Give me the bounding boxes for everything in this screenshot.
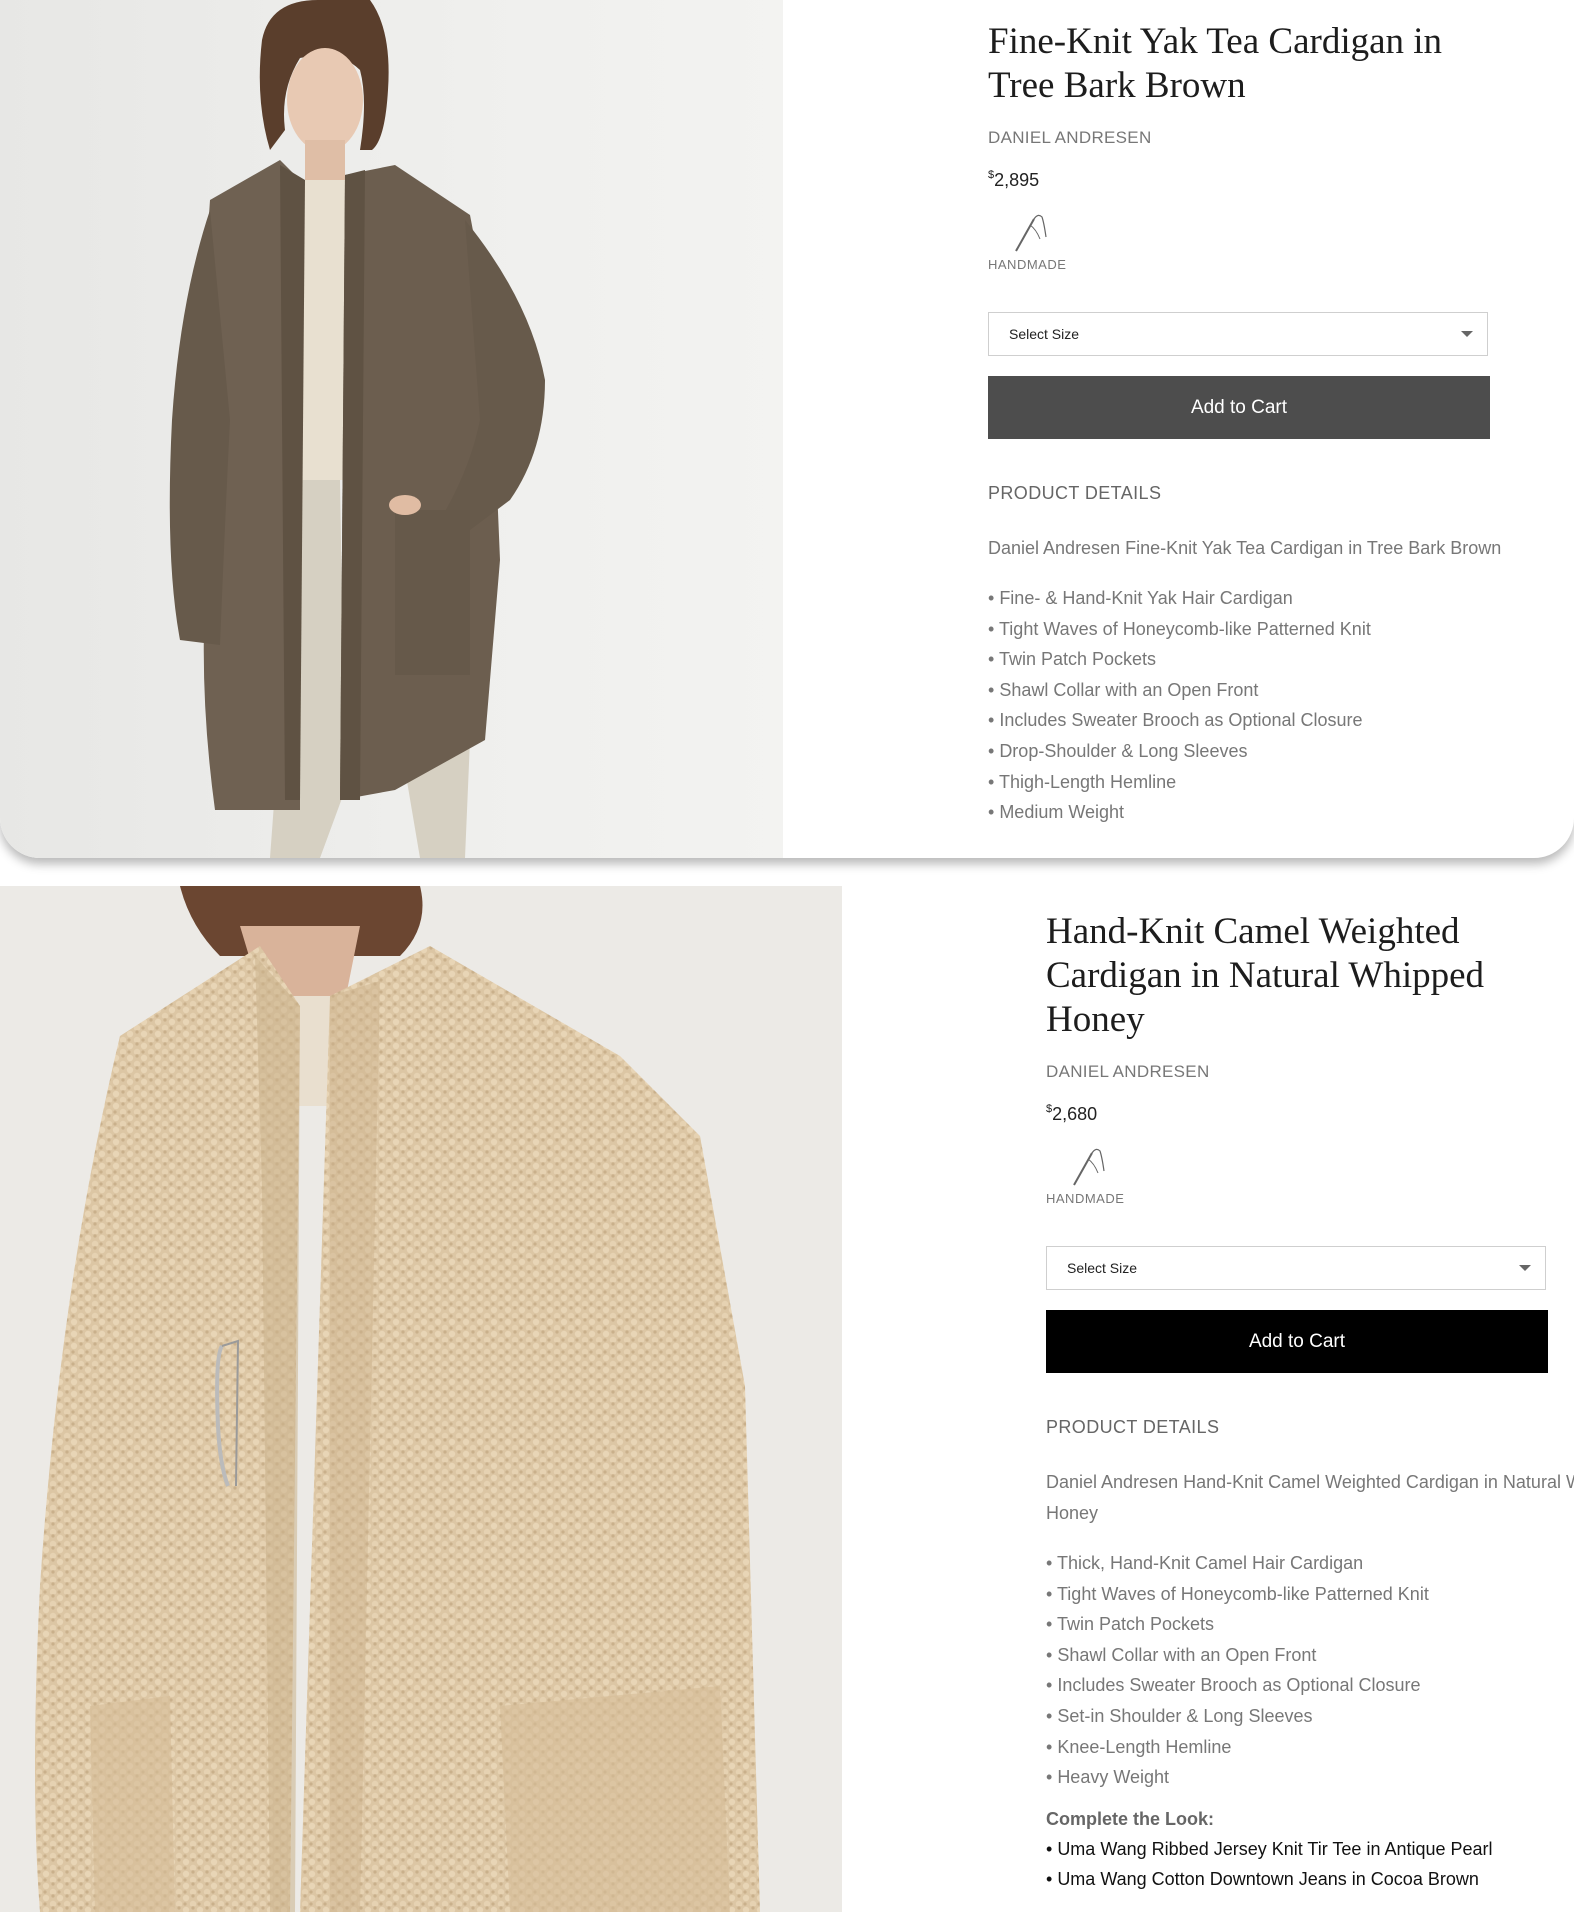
feature-item: Twin Patch Pockets — [1046, 1609, 1574, 1640]
feature-item: Tight Waves of Honeycomb-like Patterned … — [988, 614, 1548, 645]
complete-the-look-heading: Complete the Look: — [1046, 1808, 1215, 1829]
needle-icon — [1015, 214, 1047, 252]
currency-symbol: $ — [988, 169, 995, 181]
product-price: $2,895 — [988, 169, 1548, 191]
feature-item: Drop-Shoulder & Long Sleeves — [988, 736, 1548, 767]
size-select[interactable]: Select Size — [1046, 1246, 1546, 1290]
needle-icon — [1073, 1148, 1105, 1186]
handmade-badge: HANDMADE — [1046, 1145, 1146, 1206]
feature-item: Tight Waves of Honeycomb-like Patterned … — [1046, 1579, 1574, 1610]
add-to-cart-button[interactable]: Add to Cart — [988, 376, 1490, 439]
feature-list: Thick, Hand-Knit Camel Hair Cardigan Tig… — [1046, 1548, 1574, 1793]
brand-link[interactable]: DANIEL ANDRESEN — [988, 128, 1548, 148]
product-panel-2: Hand-Knit Camel Weighted Cardigan in Nat… — [0, 886, 1574, 1912]
size-select-placeholder: Select Size — [1067, 1260, 1138, 1276]
chevron-down-icon — [1519, 1265, 1531, 1271]
product-details-heading: PRODUCT DETAILS — [988, 483, 1162, 503]
feature-item: Includes Sweater Brooch as Optional Clos… — [1046, 1670, 1574, 1701]
product-photo-camel-cardigan[interactable] — [0, 886, 842, 1912]
feature-item: Set-in Shoulder & Long Sleeves — [1046, 1701, 1574, 1732]
product-info-1: Fine-Knit Yak Tea Cardigan in Tree Bark … — [988, 20, 1548, 828]
handmade-label: HANDMADE — [1046, 1191, 1125, 1206]
model-image — [35, 886, 760, 1912]
product-description: Daniel Andresen Hand-Knit Camel Weighted… — [1046, 1472, 1574, 1523]
product-title: Fine-Knit Yak Tea Cardigan in Tree Bark … — [988, 21, 1443, 106]
feature-item: Shawl Collar with an Open Front — [1046, 1640, 1574, 1671]
feature-item: Fine- & Hand-Knit Yak Hair Cardigan — [988, 583, 1548, 614]
feature-item: Includes Sweater Brooch as Optional Clos… — [988, 705, 1548, 736]
handmade-label: HANDMADE — [988, 257, 1067, 272]
price-value: 2,895 — [994, 170, 1040, 190]
complete-the-look-link[interactable]: Uma Wang Ribbed Jersey Knit Tir Tee in A… — [1046, 1834, 1574, 1865]
product-photo-brown-cardigan[interactable] — [0, 0, 783, 858]
model-image — [169, 0, 545, 858]
feature-item: Shawl Collar with an Open Front — [988, 675, 1548, 706]
complete-the-look-link[interactable]: Uma Wang Cotton Downtown Jeans in Cocoa … — [1046, 1864, 1574, 1895]
price-value: 2,680 — [1052, 1104, 1098, 1124]
feature-item: Twin Patch Pockets — [988, 644, 1548, 675]
product-panel-1: Fine-Knit Yak Tea Cardigan in Tree Bark … — [0, 0, 1574, 858]
currency-symbol: $ — [1046, 1103, 1053, 1115]
feature-item: Thigh-Length Hemline — [988, 767, 1548, 798]
size-select[interactable]: Select Size — [988, 312, 1488, 356]
feature-item: Knee-Length Hemline — [1046, 1732, 1574, 1763]
product-description: Daniel Andresen Fine-Knit Yak Tea Cardig… — [988, 538, 1502, 558]
product-details-heading: PRODUCT DETAILS — [1046, 1417, 1220, 1437]
product-title: Hand-Knit Camel Weighted Cardigan in Nat… — [1046, 911, 1485, 1040]
product-info-2: Hand-Knit Camel Weighted Cardigan in Nat… — [1046, 910, 1574, 1895]
feature-item: Medium Weight — [988, 797, 1548, 828]
chevron-down-icon — [1461, 331, 1473, 337]
feature-item: Thick, Hand-Knit Camel Hair Cardigan — [1046, 1548, 1574, 1579]
handmade-badge: HANDMADE — [988, 211, 1088, 272]
brand-link[interactable]: DANIEL ANDRESEN — [1046, 1062, 1574, 1082]
feature-item: Heavy Weight — [1046, 1762, 1574, 1793]
product-price: $2,680 — [1046, 1103, 1574, 1125]
size-select-placeholder: Select Size — [1009, 326, 1080, 342]
feature-list: Fine- & Hand-Knit Yak Hair Cardigan Tigh… — [988, 583, 1548, 828]
complete-the-look-list: Uma Wang Ribbed Jersey Knit Tir Tee in A… — [1046, 1834, 1574, 1895]
add-to-cart-button[interactable]: Add to Cart — [1046, 1310, 1548, 1373]
